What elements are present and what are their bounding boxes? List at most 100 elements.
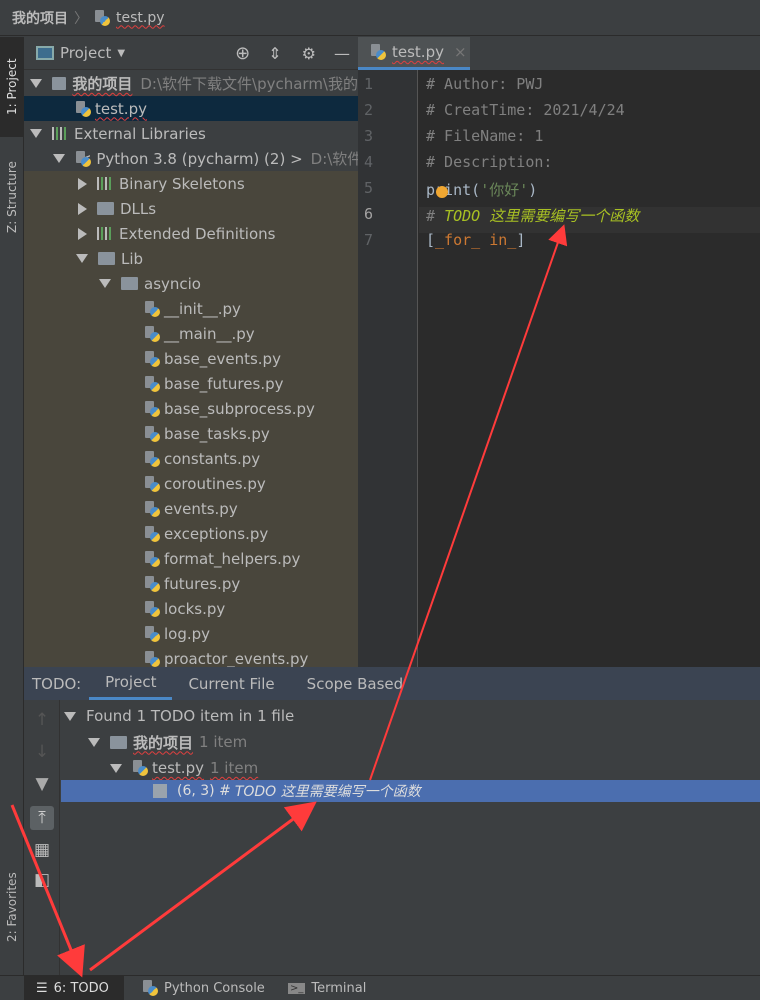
structure-tool-tab[interactable]: Z: Structure (0, 147, 24, 247)
editor-tab-label: test.py (392, 43, 444, 61)
breadcrumb-separator: 〉 (74, 10, 88, 27)
expanded-arrow-icon[interactable] (76, 254, 88, 263)
tree-item[interactable]: coroutines.py (24, 471, 358, 496)
tree-item[interactable]: Binary Skeletons (24, 171, 358, 196)
code-token: _for_ in_ (435, 231, 517, 249)
todo-summary: Found 1 TODO item in 1 file (86, 707, 295, 725)
project-view-selector[interactable]: Project (60, 44, 111, 62)
tree-item[interactable]: log.py (24, 621, 358, 646)
tree-item[interactable]: < Python 3.8 (pycharm) (2) > D:\软件 (24, 146, 358, 171)
tree-item[interactable]: Extended Definitions (24, 221, 358, 246)
tree-item[interactable]: DLLs (24, 196, 358, 221)
code-line[interactable]: [_for_ in_] (426, 231, 525, 249)
autoscroll-icon[interactable]: ⤒ (30, 806, 54, 830)
favorites-tool-tab[interactable]: 2: Favorites (0, 857, 24, 957)
library-icon (52, 127, 68, 140)
python-file-icon (132, 760, 148, 776)
library-icon (97, 177, 113, 190)
tree-item[interactable]: base_futures.py (24, 371, 358, 396)
python-file-icon (144, 475, 160, 492)
todo-file-name: test.py (152, 759, 204, 777)
tree-item[interactable]: exceptions.py (24, 521, 358, 546)
tree-item[interactable]: test.py (24, 96, 358, 121)
tree-item-label: futures.py (164, 574, 241, 593)
tree-item-path: D:\软件下载文件\pycharm\我的 (140, 75, 358, 93)
todo-item-row[interactable]: (6, 3) # TODO 这里需要编写一个函数 (61, 780, 760, 802)
tree-item-label: exceptions.py (164, 524, 269, 543)
tree-item[interactable]: format_helpers.py (24, 546, 358, 571)
tree-item-label: base_futures.py (164, 374, 284, 393)
tree-item-label: asyncio (144, 274, 201, 293)
group-by-icon[interactable]: ▦ (30, 838, 54, 862)
todo-project-name: 我的项目 (133, 733, 194, 752)
todo-file-row[interactable]: test.py 1 item (110, 757, 258, 779)
expanded-arrow-icon[interactable] (30, 79, 42, 88)
expanded-arrow-icon[interactable] (99, 279, 111, 288)
code-line[interactable]: # Description: (426, 153, 552, 171)
tree-item[interactable]: Lib (24, 246, 358, 271)
tree-item[interactable]: proactor_events.py (24, 646, 358, 667)
locate-icon[interactable]: ⊕ (235, 43, 250, 64)
collapsed-arrow-icon[interactable] (78, 177, 87, 190)
tree-item[interactable]: External Libraries (24, 121, 358, 146)
close-icon[interactable]: × (454, 43, 467, 61)
tree-item-label: Binary Skeletons (119, 174, 245, 193)
project-panel: Project ▼ ⊕ ⇕ ⚙ — 我的项目 D:\软件下载文件\pycharm\… (24, 37, 358, 667)
todo-summary-row[interactable]: Found 1 TODO item in 1 file (64, 705, 294, 727)
expanded-arrow-icon[interactable] (30, 129, 42, 138)
preview-icon[interactable]: ◧ (30, 868, 54, 892)
code-line[interactable]: # Author: PWJ (426, 75, 543, 93)
todo-project-row[interactable]: 我的项目 1 item (88, 731, 247, 753)
tree-item[interactable]: locks.py (24, 596, 358, 621)
tree-item[interactable]: base_events.py (24, 346, 358, 371)
code-line[interactable]: # TODO 这里需要编写一个函数 (426, 205, 639, 226)
python-file-icon (94, 9, 110, 26)
todo-item-text: TODO 这里需要编写一个函数 (234, 784, 421, 800)
tree-item[interactable]: constants.py (24, 446, 358, 471)
terminal-tab[interactable]: >_ Terminal (276, 976, 378, 1000)
tab-current-file[interactable]: Current File (172, 667, 290, 700)
left-tool-strip: 1: Project Z: Structure 2: Favorites (0, 37, 24, 975)
tree-item[interactable]: futures.py (24, 571, 358, 596)
tree-item[interactable]: asyncio (24, 271, 358, 296)
project-tool-tab[interactable]: 1: Project (0, 37, 24, 137)
collapsed-arrow-icon[interactable] (78, 202, 87, 215)
code-line[interactable]: # FileName: 1 (426, 127, 543, 145)
python-file-icon (144, 450, 160, 467)
breadcrumb-project[interactable]: 我的项目 (12, 8, 68, 28)
gear-icon[interactable]: ⚙ (302, 44, 316, 63)
tree-item[interactable]: events.py (24, 496, 358, 521)
python-file-icon (144, 300, 160, 317)
tab-scope-based[interactable]: Scope Based (291, 667, 420, 700)
tree-item[interactable]: 我的项目 D:\软件下载文件\pycharm\我的 (24, 71, 358, 96)
todo-file-count: 1 item (209, 759, 259, 777)
collapse-all-icon[interactable]: ⇕ (268, 44, 281, 63)
chevron-down-icon[interactable]: ▼ (117, 48, 125, 59)
editor-tab-bar: test.py × (358, 37, 760, 70)
editor-tab-test-py[interactable]: test.py × (358, 37, 470, 70)
tree-item[interactable]: base_subprocess.py (24, 396, 358, 421)
breadcrumb-file[interactable]: test.py (116, 10, 165, 26)
terminal-label: Terminal (311, 980, 367, 996)
lightbulb-icon[interactable] (436, 186, 448, 198)
tree-item-label: coroutines.py (164, 474, 266, 493)
collapsed-arrow-icon[interactable] (78, 227, 87, 240)
tree-item[interactable]: __init__.py (24, 296, 358, 321)
hide-icon[interactable]: — (334, 44, 350, 63)
python-file-icon (75, 100, 91, 117)
arrow-down-icon[interactable]: ↓ (30, 740, 54, 764)
line-number: 7 (364, 231, 374, 249)
filter-icon[interactable]: ▼ (30, 772, 54, 796)
tree-item[interactable]: base_tasks.py (24, 421, 358, 446)
tree-item[interactable]: __main__.py (24, 321, 358, 346)
python-console-tab[interactable]: Python Console (130, 976, 277, 1000)
todo-tool-tab[interactable]: ☰ 6: TODO (24, 976, 124, 1000)
code-line[interactable]: # CreatTime: 2021/4/24 (426, 101, 625, 119)
todo-label: TODO: (32, 674, 82, 693)
line-number: 3 (364, 127, 374, 145)
tree-item-label: Lib (121, 249, 144, 268)
tab-project[interactable]: Project (89, 667, 173, 700)
code-token: print( (426, 181, 481, 199)
arrow-up-icon[interactable]: ↑ (30, 708, 54, 732)
expanded-arrow-icon[interactable] (53, 154, 65, 163)
